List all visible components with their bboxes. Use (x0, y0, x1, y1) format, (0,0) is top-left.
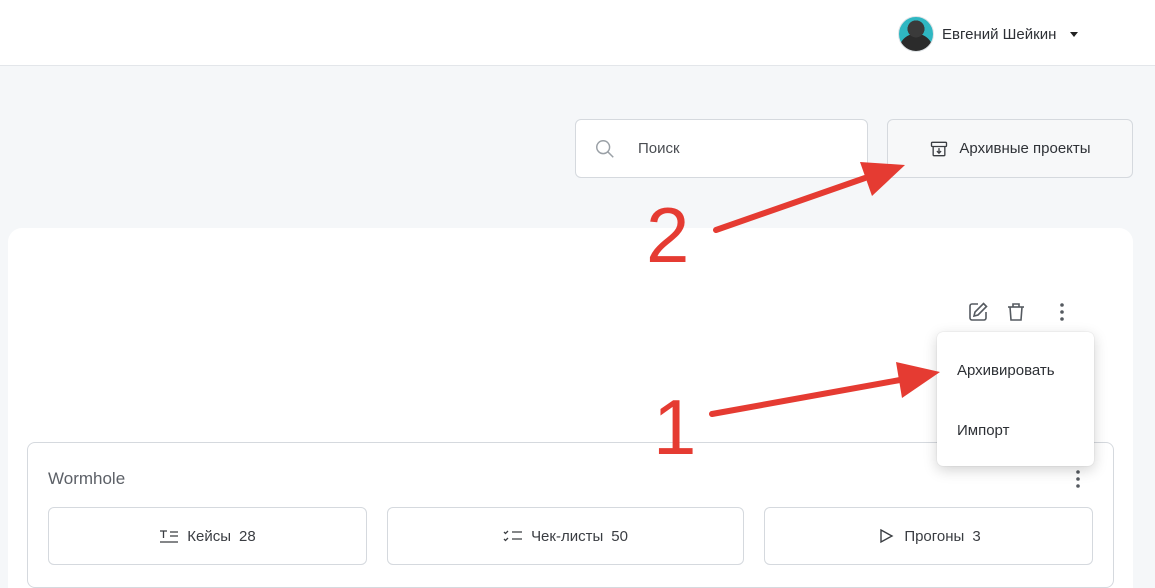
search-box[interactable] (575, 119, 868, 178)
menu-item-import[interactable]: Импорт (937, 406, 1094, 454)
checklists-label: Чек-листы (531, 527, 604, 545)
avatar (898, 16, 934, 52)
edit-icon (969, 302, 988, 321)
project-title: Wormhole (48, 469, 126, 488)
runs-button[interactable]: Прогоны 3 (764, 507, 1093, 565)
trash-icon (1008, 303, 1024, 321)
user-name: Евгений Шейкин (942, 25, 1057, 43)
delete-button[interactable] (1000, 296, 1032, 328)
test-cases-count: 28 (239, 527, 256, 545)
annotation-number-1: 1 (653, 383, 697, 471)
archived-projects-label: Архивные проекты (959, 140, 1091, 157)
test-cases-label: Кейсы (187, 527, 232, 545)
more-button[interactable] (1046, 296, 1078, 328)
user-menu[interactable]: Евгений Шейкин (898, 16, 1079, 52)
kebab-icon (1060, 303, 1064, 321)
runs-label: Прогоны (904, 527, 965, 545)
menu-item-archive[interactable]: Архивировать (937, 346, 1094, 394)
archive-icon (931, 141, 948, 156)
project-context-menu: Архивировать Импорт (937, 332, 1094, 466)
annotation-number-2: 2 (646, 191, 690, 279)
edit-button[interactable] (962, 296, 994, 328)
test-cases-icon (160, 530, 179, 543)
search-icon (596, 139, 614, 158)
checklist-icon (503, 530, 523, 542)
project-actions (962, 296, 1078, 328)
checklists-button[interactable]: Чек-листы 50 (387, 507, 744, 565)
test-cases-button[interactable]: Кейсы 28 (48, 507, 367, 565)
runs-count: 3 (972, 527, 981, 545)
kebab-icon (1076, 470, 1080, 488)
checklists-count: 50 (611, 527, 628, 545)
search-input[interactable] (638, 140, 838, 157)
top-bar: Евгений Шейкин (0, 0, 1155, 66)
caret-down-icon (1070, 31, 1079, 37)
project-card-menu-button[interactable] (1068, 465, 1088, 493)
archived-projects-button[interactable]: Архивные проекты (887, 119, 1133, 178)
play-icon (880, 528, 894, 544)
